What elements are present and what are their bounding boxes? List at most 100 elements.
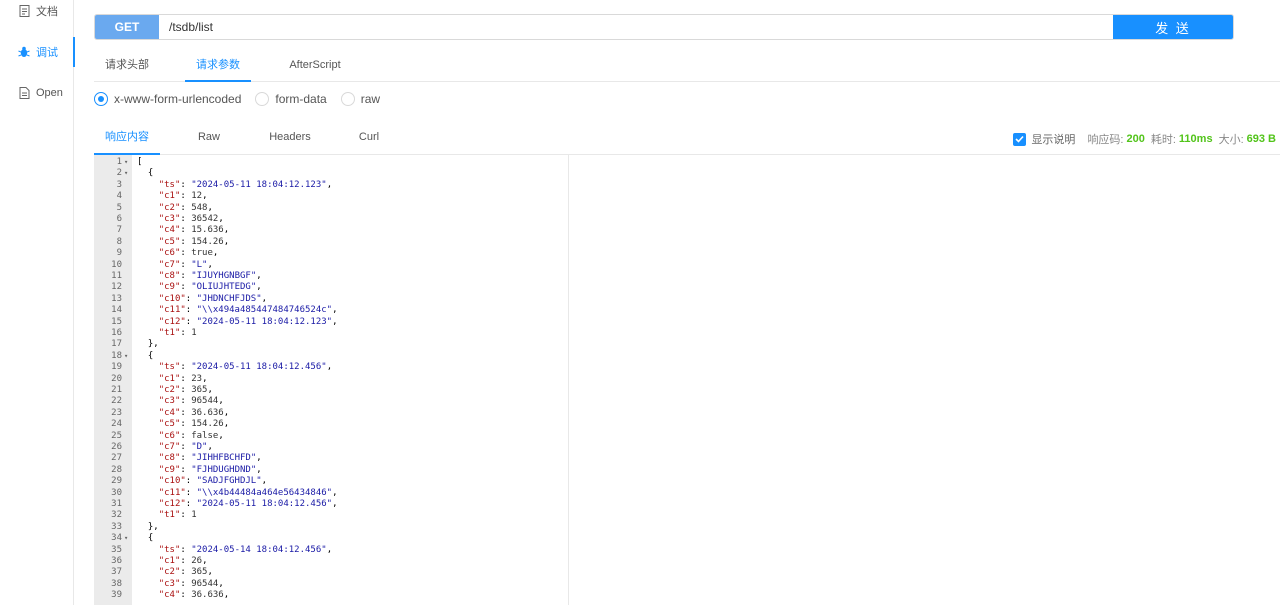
line-number: 6 (116, 214, 122, 224)
code-line: 8 "c5": 154.26, (94, 237, 568, 248)
line-number: 37 (111, 567, 122, 578)
json-value: 26 (191, 556, 203, 566)
sidebar-item-docs[interactable]: 文档 (0, 0, 74, 26)
code-line: 35 "ts": "2024-05-14 18:04:12.456", (94, 544, 568, 556)
line-number: 12 (111, 282, 122, 293)
code-line: 2 ▾ { (94, 168, 568, 179)
json-key: "c2" (158, 202, 181, 213)
response-size-value: 693 B (1246, 133, 1276, 145)
send-button[interactable]: 发 送 (1113, 15, 1233, 39)
tab-request-params[interactable]: 请求参数 (185, 52, 251, 82)
json-value: 36.636 (191, 407, 224, 418)
line-number: 19 (111, 362, 122, 373)
request-bar: GET 发 送 (94, 14, 1234, 40)
code-text: "c3": 96544, (158, 578, 224, 589)
response-code-editor[interactable]: 1 ▾[2 ▾ {3 "ts": "2024-05-11 18:04:12.123"… (94, 155, 569, 605)
line-number: 17 (111, 339, 122, 350)
fold-toggle-icon[interactable]: ▾ (124, 157, 128, 168)
json-value: "D" (191, 442, 208, 452)
sidebar-item-label: 文档 (36, 6, 58, 18)
json-key: "ts" (158, 544, 181, 555)
fold-toggle-icon[interactable]: ▾ (124, 351, 128, 362)
json-value: "L" (191, 259, 208, 270)
radio-form-data[interactable]: form-data (255, 92, 327, 106)
code-line: 11 "c8": "IJUYHGNBGF", (94, 271, 568, 282)
response-tabs: 响应内容 Raw Headers Curl 显示说明 响应码: 200 耗时: … (94, 124, 1280, 155)
json-key: "t1" (158, 328, 181, 338)
code-text: "c1": 23, (158, 373, 208, 384)
show-desc-checkbox[interactable] (1013, 132, 1027, 146)
json-key: "c4" (158, 590, 181, 601)
status-code-label: 响应码: (1087, 134, 1124, 146)
json-key: "c9" (158, 282, 181, 293)
show-desc-label[interactable]: 显示说明 (1031, 131, 1075, 147)
fold-toggle-icon[interactable]: ▾ (124, 168, 128, 179)
tab-curl[interactable]: Curl (354, 124, 384, 155)
json-value: "SADJFGHDJL" (196, 476, 262, 487)
json-value: "FJHDUGHDND" (191, 464, 257, 475)
line-number: 3 (116, 179, 122, 190)
json-key: "c1" (158, 556, 181, 566)
json-key: "c1" (158, 191, 181, 202)
line-number: 13 (111, 293, 122, 304)
json-key: "c5" (158, 419, 181, 430)
json-value: 1 (191, 510, 197, 521)
tab-response-content[interactable]: 响应内容 (94, 124, 160, 155)
tab-afterscript[interactable]: AfterScript (280, 52, 350, 82)
json-key: "c7" (158, 442, 181, 452)
radio-urlencoded[interactable]: x-www-form-urlencoded (94, 92, 241, 106)
tab-headers[interactable]: Headers (265, 124, 315, 155)
json-key: "ts" (158, 179, 181, 190)
code-text: "c12": "2024-05-11 18:04:12.123", (158, 316, 338, 327)
line-number: 9 (116, 248, 122, 259)
code-text: { (137, 350, 154, 361)
json-value: false (191, 430, 219, 441)
http-method-select[interactable]: GET (95, 15, 159, 39)
sidebar-item-open[interactable]: Open (0, 78, 74, 108)
json-value: 15.636 (191, 225, 224, 236)
code-text: }, (137, 339, 159, 350)
code-line: 36 "c1": 26, (94, 556, 568, 567)
json-key: "c2" (158, 567, 181, 578)
json-key: "c4" (158, 407, 181, 418)
tab-raw[interactable]: Raw (191, 124, 227, 155)
sidebar-item-debug[interactable]: 调试 (0, 37, 75, 67)
json-key: "c7" (158, 259, 181, 270)
sidebar-item-label: 调试 (36, 47, 58, 59)
code-line: 15 "c12": "2024-05-11 18:04:12.123", (94, 316, 568, 328)
code-line: 21 "c2": 365, (94, 385, 568, 396)
sidebar-item-label: Open (36, 87, 63, 99)
url-input[interactable] (159, 15, 1113, 39)
json-key: "c6" (158, 248, 181, 259)
code-line: 32 "t1": 1 (94, 510, 568, 521)
line-number: 35 (111, 544, 122, 555)
code-line: 14 "c11": "\\x494a485447484746524c", (94, 305, 568, 316)
tab-request-headers[interactable]: 请求头部 (94, 52, 160, 82)
code-line: 6 "c3": 36542, (94, 214, 568, 225)
json-key: "c12" (158, 499, 186, 509)
json-key: "t1" (158, 510, 181, 521)
line-number: 38 (111, 578, 122, 589)
line-number: 15 (111, 316, 122, 327)
line-number: 5 (116, 202, 122, 213)
check-icon (1015, 135, 1025, 143)
code-text: "c10": "SADJFGHDJL", (158, 476, 268, 487)
json-key: "c3" (158, 396, 181, 407)
code-text: "ts": "2024-05-11 18:04:12.456", (158, 362, 333, 373)
json-value: "\\x494a485447484746524c" (196, 305, 333, 316)
fold-toggle-icon[interactable]: ▾ (124, 533, 128, 544)
json-value: 23 (191, 373, 203, 384)
json-value: "JIHHFBCHFD" (191, 453, 257, 464)
code-line: 31 "c12": "2024-05-11 18:04:12.456", (94, 499, 568, 510)
code-text: [ (137, 157, 143, 167)
code-line: 4 "c1": 12, (94, 191, 568, 202)
line-number: 25 (111, 430, 122, 441)
radio-raw[interactable]: raw (340, 92, 381, 106)
code-line: 27 "c8": "JIHHFBCHFD", (94, 453, 568, 464)
line-number: 31 (111, 499, 122, 509)
line-number: 22 (111, 396, 122, 407)
code-line: 26 "c7": "D", (94, 442, 568, 453)
radio-label: raw (360, 92, 381, 106)
line-number: 4 (116, 191, 122, 202)
line-number: 24 (111, 419, 122, 430)
